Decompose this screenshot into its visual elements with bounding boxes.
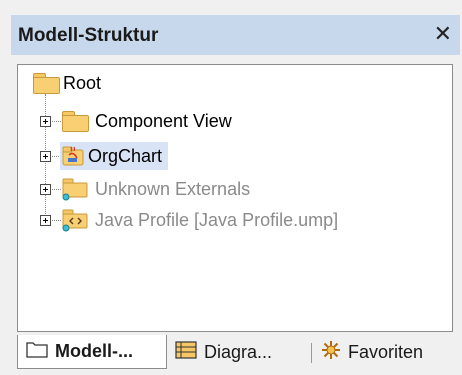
expand-icon[interactable] — [40, 214, 51, 226]
selection-highlight: OrgChart — [60, 142, 169, 170]
tab-label: Diagra... — [204, 341, 273, 362]
tree-item-label: Java Profile [Java Profile.ump] — [95, 209, 339, 230]
tab-separator — [311, 343, 312, 363]
model-tree-panel: Modell-Struktur ✕ Root Component View Or… — [11, 15, 460, 373]
model-tree[interactable]: Root Component View OrgChart Unknown Ext… — [17, 64, 453, 332]
tree-item-label: OrgChart — [88, 145, 163, 166]
tree-item-java-profile[interactable]: Java Profile [Java Profile.ump] — [40, 208, 338, 232]
tree-item-component-view[interactable]: Component View — [40, 109, 232, 133]
tab-label: Modell-... — [55, 341, 133, 361]
close-icon[interactable]: ✕ — [434, 21, 452, 47]
tree-item-root[interactable]: Root — [33, 71, 101, 95]
folder-icon — [33, 73, 60, 94]
expand-icon[interactable] — [40, 115, 51, 127]
panel-titlebar: Modell-Struktur ✕ — [11, 15, 460, 55]
expand-icon[interactable] — [40, 150, 51, 162]
tree-window-icon — [26, 340, 48, 363]
tab-model-tree[interactable]: Modell-... — [17, 335, 167, 369]
favorites-icon — [321, 340, 341, 365]
tree-item-orgchart[interactable]: OrgChart — [40, 142, 169, 170]
panel-tabs: Modell-... Diagra... Favoriten — [17, 335, 453, 371]
expand-icon[interactable] — [40, 183, 51, 195]
folder-icon — [62, 111, 89, 132]
diagram-list-icon — [175, 340, 197, 364]
java-project-icon — [62, 145, 84, 167]
tree-item-label: Unknown Externals — [95, 178, 251, 199]
linked-folder-icon — [62, 177, 88, 201]
tree-item-label: Component View — [95, 110, 232, 131]
tree-item-unknown-externals[interactable]: Unknown Externals — [40, 177, 250, 201]
java-profile-icon — [62, 208, 88, 232]
tree-item-label: Root — [63, 72, 102, 93]
tab-diagram-tree[interactable]: Diagra... — [175, 335, 305, 369]
tab-label: Favoriten — [348, 341, 424, 362]
panel-title: Modell-Struktur — [18, 25, 159, 46]
tab-favorites[interactable]: Favoriten — [321, 335, 451, 369]
